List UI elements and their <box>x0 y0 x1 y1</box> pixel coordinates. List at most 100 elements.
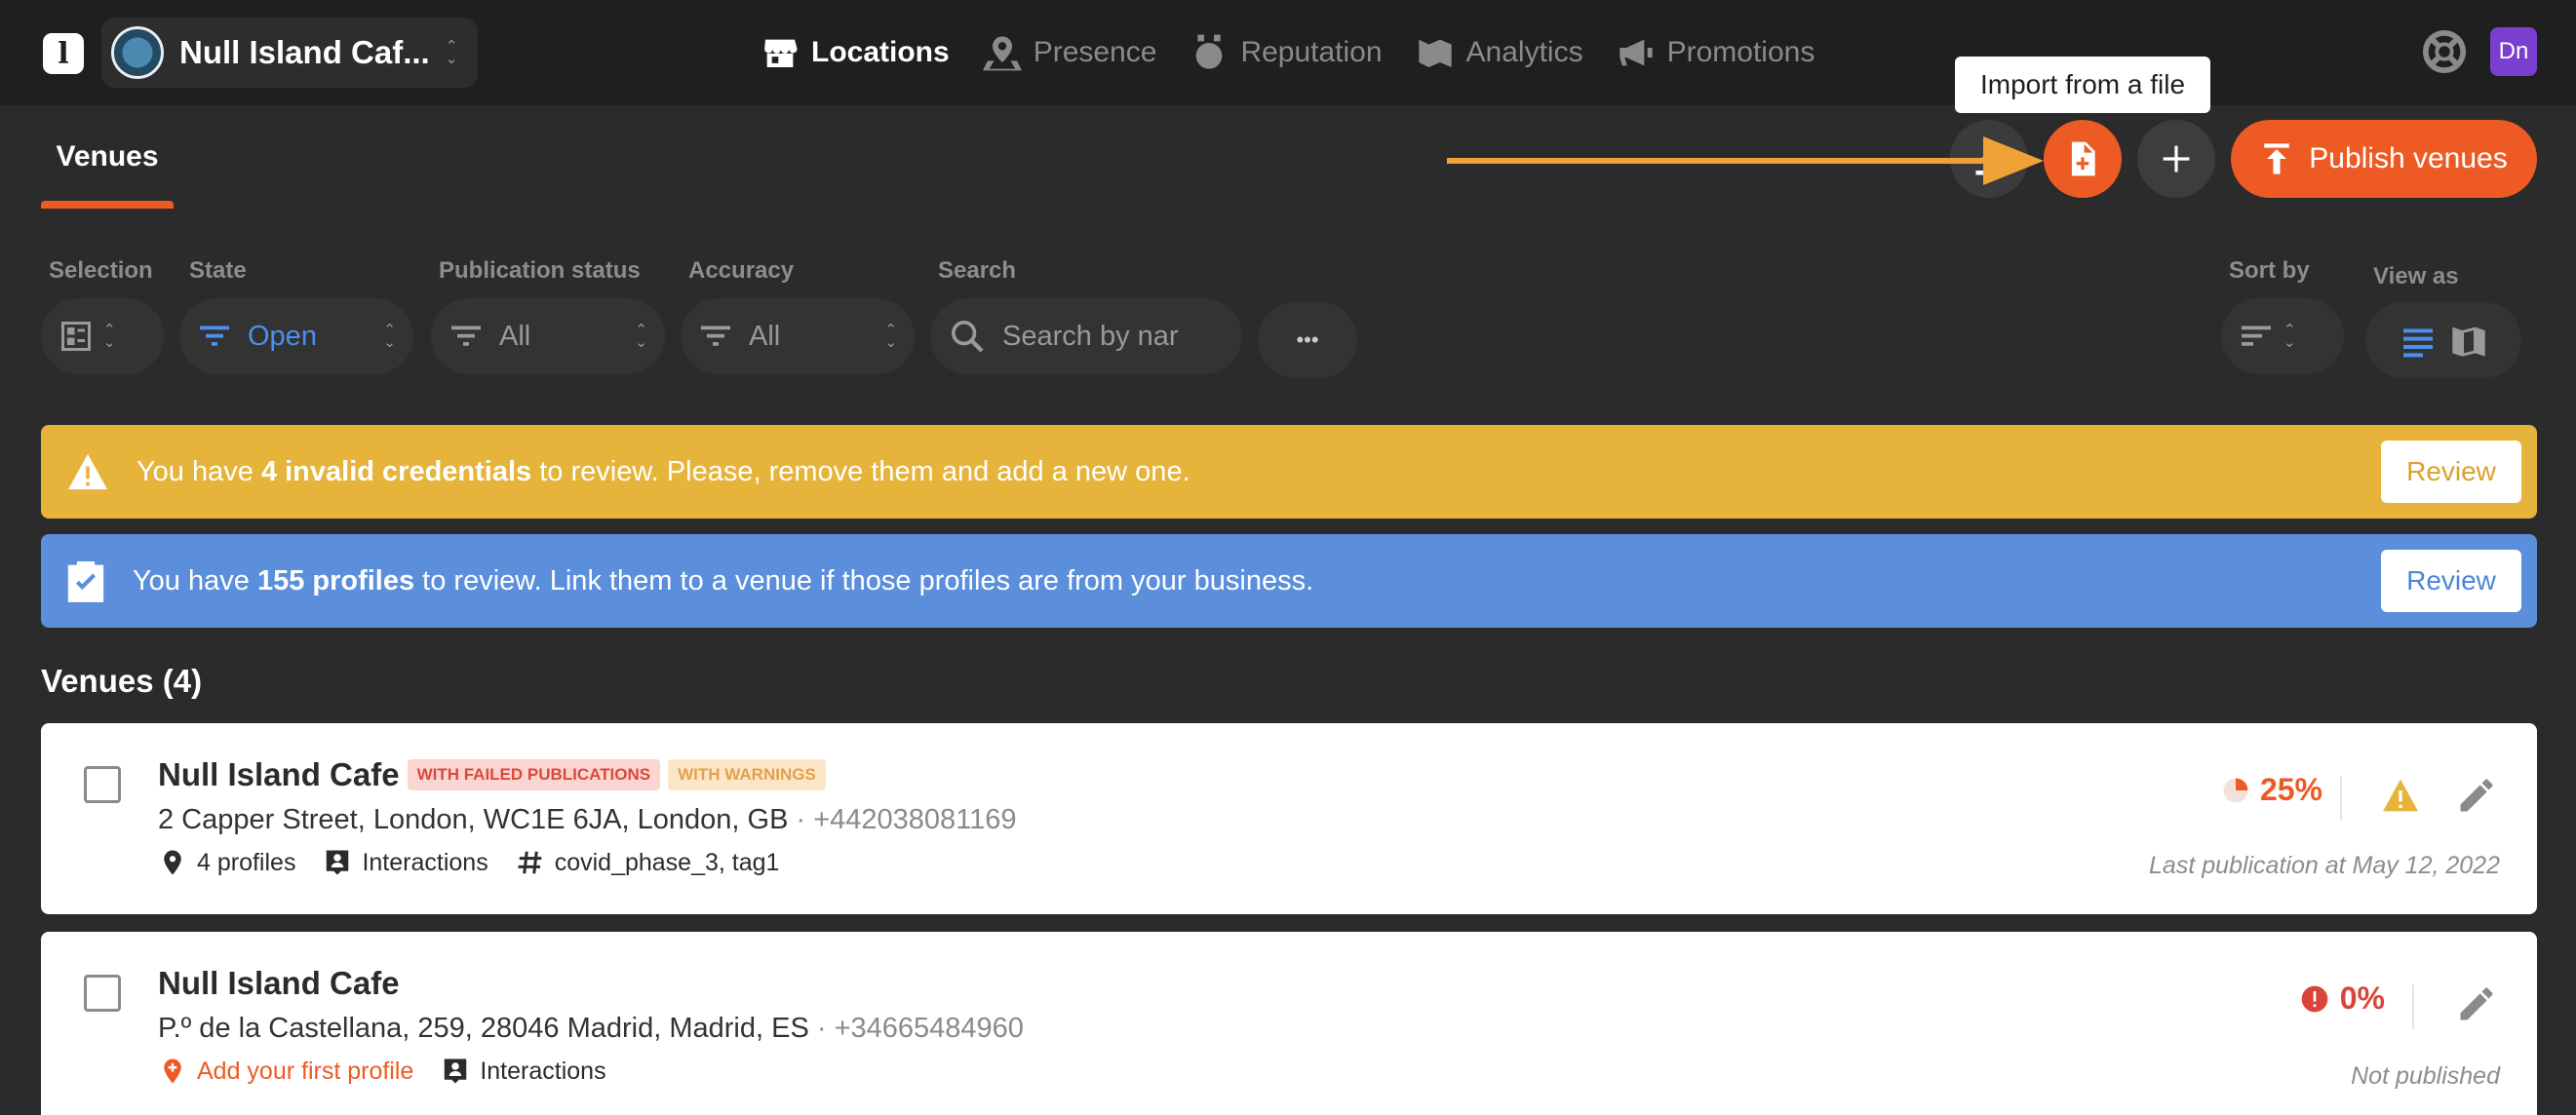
analytics-icon <box>1418 39 1452 67</box>
venue-name-row: Null Island Cafe <box>158 965 400 1002</box>
venue-meta: Add your first profile Interactions <box>158 1057 634 1086</box>
business-avatar <box>111 26 164 79</box>
chevron-updown-icon: ⌃ ⌄ <box>445 38 458 67</box>
help-lifebuoy-icon[interactable] <box>2422 29 2467 74</box>
nav-label-promotions: Promotions <box>1666 36 1815 68</box>
venue-address: P.º de la Castellana, 259, 28046 Madrid,… <box>158 1013 1024 1044</box>
selection-dropdown[interactable]: ⌃ ⌄ <box>41 298 164 374</box>
venue-card[interactable]: Null Island Cafe WITH FAILED PUBLICATION… <box>41 723 2537 914</box>
accuracy-label: Accuracy <box>688 257 795 284</box>
publication-status-filter[interactable]: All ⌃ ⌄ <box>431 298 665 374</box>
location-pin-icon <box>164 850 181 875</box>
nav-item-presence[interactable]: Presence <box>982 33 1157 72</box>
business-switcher[interactable]: Null Island Caf... ⌃ ⌄ <box>101 18 478 88</box>
venue-address: 2 Capper Street, London, WC1E 6JA, Londo… <box>158 804 1017 835</box>
venue-phone: · +34665484960 <box>808 1013 1024 1044</box>
annotation-arrow-icon <box>1447 136 2044 185</box>
accuracy-filter[interactable]: All ⌃ ⌄ <box>681 298 915 374</box>
nav-item-reputation[interactable]: Reputation <box>1190 33 1383 72</box>
chevron-updown-icon: ⌃ ⌄ <box>2283 322 2296 351</box>
error-circle-icon <box>2301 985 2328 1012</box>
more-filters-button[interactable]: ••• <box>1258 302 1357 378</box>
app-logo[interactable]: l <box>43 33 84 74</box>
failed-publications-badge: WITH FAILED PUBLICATIONS <box>407 759 661 790</box>
nav-label-presence: Presence <box>1033 36 1157 68</box>
warning-triangle-icon[interactable] <box>2381 778 2420 813</box>
profiles-message: You have 155 profiles to review. Link th… <box>133 564 1314 596</box>
venue-checkbox[interactable] <box>84 975 121 1012</box>
nav-label-analytics: Analytics <box>1465 36 1583 68</box>
completion-percent: 25% <box>2221 772 2322 808</box>
sort-icon <box>2242 326 2271 346</box>
select-list-icon <box>61 322 91 351</box>
venues-heading: Venues (4) <box>41 663 203 699</box>
store-icon <box>764 39 798 67</box>
nav-item-analytics[interactable]: Analytics <box>1416 33 1583 72</box>
interactions-link[interactable]: Interactions <box>441 1057 606 1086</box>
venue-name: Null Island Cafe <box>158 965 400 1001</box>
divider <box>2340 776 2342 821</box>
business-name: Null Island Caf... <box>179 34 430 70</box>
state-value: Open <box>248 320 317 352</box>
nav-item-locations[interactable]: Locations <box>761 33 950 72</box>
state-filter[interactable]: Open ⌃ ⌄ <box>179 298 413 374</box>
publish-venues-label: Publish venues <box>2309 142 2508 174</box>
main-nav: Locations Presence Reputation Analytics … <box>761 29 1848 76</box>
completion-percent: 0% <box>2299 980 2385 1017</box>
edit-pencil-icon[interactable] <box>2455 774 2498 817</box>
search-input[interactable]: Search by nar <box>930 298 1242 374</box>
venue-meta: 4 profiles Interactions covid_phase_3, t… <box>158 848 806 877</box>
filter-icon <box>200 326 229 346</box>
import-from-file-button[interactable] <box>2044 120 2122 198</box>
user-avatar[interactable]: Dn <box>2490 27 2537 76</box>
tab-venues[interactable]: Venues <box>41 105 174 209</box>
sort-dropdown[interactable]: ⌃ ⌄ <box>2221 298 2344 374</box>
map-view-icon[interactable] <box>2449 321 2488 360</box>
publish-venues-button[interactable]: Publish venues <box>2231 120 2537 198</box>
last-publication: Not published <box>2351 1062 2500 1090</box>
profiles-link[interactable]: 4 profiles <box>158 848 295 877</box>
review-credentials-button[interactable]: Review <box>2381 441 2521 503</box>
venue-name: Null Island Cafe <box>158 756 400 792</box>
contact-card-icon <box>327 850 349 875</box>
tab-active-indicator <box>41 201 174 209</box>
add-first-profile-link[interactable]: Add your first profile <box>158 1057 413 1086</box>
import-tooltip: Import from a file <box>1955 57 2210 113</box>
filter-icon <box>451 326 481 346</box>
location-pin-icon <box>982 36 1022 71</box>
invalid-credentials-banner: You have 4 invalid credentials to review… <box>41 425 2537 519</box>
upload-icon <box>2264 143 2290 174</box>
publication-status-value: All <box>499 320 531 352</box>
edit-pencil-icon[interactable] <box>2455 982 2498 1025</box>
file-plus-icon <box>2071 141 2095 176</box>
publication-status-label: Publication status <box>439 257 641 284</box>
hashtags: covid_phase_3, tag1 <box>516 848 779 877</box>
view-as-label: View as <box>2373 263 2459 289</box>
filter-icon <box>701 326 730 346</box>
megaphone-icon <box>1619 39 1653 66</box>
venue-card[interactable]: Null Island Cafe P.º de la Castellana, 2… <box>41 932 2537 1115</box>
state-label: State <box>189 257 247 284</box>
search-icon <box>952 321 984 353</box>
view-toggle <box>2365 302 2521 378</box>
divider <box>2412 984 2414 1029</box>
interactions-link[interactable]: Interactions <box>323 848 488 877</box>
list-view-icon[interactable] <box>2399 321 2438 360</box>
warning-triangle-icon <box>68 453 107 490</box>
hashtag-icon <box>518 851 541 874</box>
clipboard-check-icon <box>67 561 104 602</box>
review-profiles-button[interactable]: Review <box>2381 550 2521 612</box>
contact-card-icon <box>445 1058 467 1084</box>
accuracy-value: All <box>749 320 781 352</box>
award-icon <box>1196 34 1223 69</box>
profiles-review-banner: You have 155 profiles to review. Link th… <box>41 534 2537 628</box>
location-pin-plus-icon <box>164 1058 181 1084</box>
search-placeholder: Search by nar <box>1002 320 1179 352</box>
add-venue-button[interactable] <box>2137 120 2215 198</box>
venue-name-row: Null Island Cafe WITH FAILED PUBLICATION… <box>158 756 826 793</box>
nav-item-promotions[interactable]: Promotions <box>1617 33 1815 72</box>
nav-label-locations: Locations <box>811 36 950 68</box>
venue-checkbox[interactable] <box>84 766 121 803</box>
chevron-updown-icon: ⌃ ⌄ <box>103 322 116 351</box>
nav-label-reputation: Reputation <box>1240 36 1383 68</box>
